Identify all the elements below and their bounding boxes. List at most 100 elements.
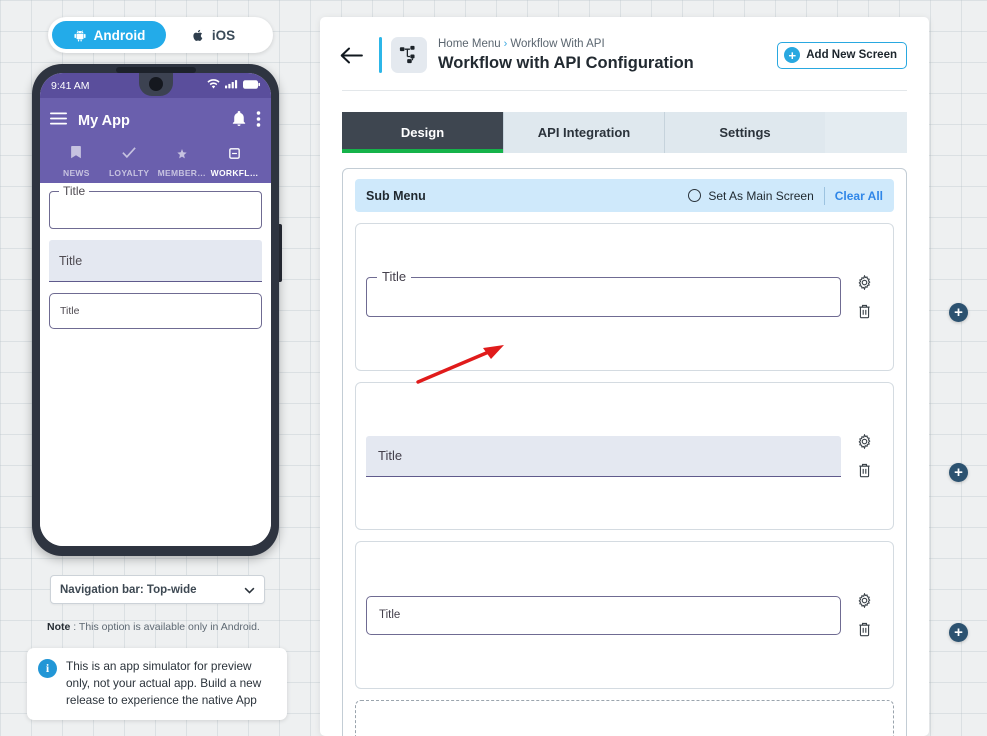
sub-menu-bar: Sub Menu Set As Main Screen Clear All bbox=[355, 179, 894, 212]
tab-settings-label: Settings bbox=[719, 125, 771, 140]
info-icon: i bbox=[38, 659, 57, 678]
phone-app-bar: My App NEWS LOYALTY MEMBER… WORKFL… bbox=[40, 98, 271, 183]
tab-design-label: Design bbox=[400, 125, 445, 140]
check-icon bbox=[122, 146, 136, 164]
page-title: Workflow with API Configuration bbox=[438, 53, 694, 72]
field-card-3[interactable]: Title bbox=[355, 541, 894, 689]
notification-bell-icon[interactable] bbox=[232, 111, 246, 131]
field-card-dropzone[interactable] bbox=[355, 700, 894, 736]
phone-tab-membership-label: MEMBER… bbox=[157, 168, 207, 178]
field-card-1-label: Title bbox=[377, 269, 412, 284]
phone-camera-notch bbox=[138, 73, 173, 96]
phone-tab-loyalty-label: LOYALTY bbox=[108, 168, 150, 178]
design-canvas: Sub Menu Set As Main Screen Clear All Ti… bbox=[342, 168, 907, 736]
set-as-main-screen-label: Set As Main Screen bbox=[708, 188, 814, 203]
overflow-menu-icon[interactable] bbox=[256, 110, 261, 132]
phone-content-area: Title Title Title bbox=[40, 183, 271, 546]
phone-field-3-label: Title bbox=[60, 305, 80, 317]
message-icon bbox=[229, 146, 240, 164]
tab-api-integration-label: API Integration bbox=[537, 125, 631, 140]
phone-field-2-label: Title bbox=[59, 253, 83, 268]
phone-tab-workflow[interactable]: WORKFL… bbox=[208, 146, 261, 178]
battery-icon bbox=[243, 79, 260, 92]
cellular-signal-icon bbox=[225, 79, 238, 92]
phone-field-3[interactable]: Title bbox=[49, 293, 262, 329]
breadcrumb-current: Workflow With API bbox=[510, 37, 605, 50]
phone-tab-news[interactable]: NEWS bbox=[50, 146, 103, 178]
chevron-down-icon bbox=[244, 581, 255, 599]
note-text: : This option is available only in Andro… bbox=[70, 621, 260, 633]
phone-tab-bar[interactable]: NEWS LOYALTY MEMBER… WORKFL… bbox=[50, 136, 261, 183]
field-card-1[interactable]: Title bbox=[355, 223, 894, 371]
gear-icon[interactable] bbox=[857, 593, 872, 608]
panel-tab-bar[interactable]: Design API Integration Settings bbox=[342, 112, 907, 153]
header-accent-bar bbox=[379, 37, 382, 73]
workflow-configuration-panel: Home Menu › Workflow With API Workflow w… bbox=[320, 17, 929, 736]
set-as-main-screen-radio[interactable]: Set As Main Screen bbox=[688, 188, 814, 203]
plus-icon: + bbox=[784, 47, 801, 63]
phone-field-1-label: Title bbox=[59, 184, 90, 198]
navigation-bar-select[interactable]: Navigation bar: Top-wide bbox=[50, 575, 265, 604]
platform-tab-android-label: Android bbox=[93, 27, 146, 43]
phone-screen: 9:41 AM My App NEWS LOYALTY MEMBER… WORK… bbox=[40, 73, 271, 546]
trash-icon[interactable] bbox=[858, 622, 871, 637]
phone-side-button bbox=[279, 224, 282, 282]
add-screen-side-button-2[interactable]: + bbox=[949, 463, 968, 482]
phone-tab-workflow-label: WORKFL… bbox=[210, 168, 259, 178]
tab-design[interactable]: Design bbox=[342, 112, 503, 153]
add-new-screen-button[interactable]: + Add New Screen bbox=[777, 41, 907, 69]
platform-tab-ios-label: iOS bbox=[211, 27, 236, 43]
phone-tab-membership[interactable]: MEMBER… bbox=[156, 146, 209, 178]
sub-menu-divider bbox=[823, 186, 825, 205]
back-arrow-icon[interactable] bbox=[340, 47, 363, 64]
breadcrumb-separator-icon: › bbox=[503, 37, 508, 50]
trash-icon[interactable] bbox=[858, 463, 871, 478]
platform-toggle[interactable]: Android iOS bbox=[48, 17, 273, 53]
phone-field-1[interactable]: Title bbox=[49, 184, 262, 229]
platform-tab-android[interactable]: Android bbox=[52, 21, 166, 49]
trash-icon[interactable] bbox=[858, 304, 871, 319]
simulator-info-card: i This is an app simulator for preview o… bbox=[27, 648, 287, 721]
phone-tab-loyalty[interactable]: LOYALTY bbox=[103, 146, 156, 178]
add-new-screen-label: Add New Screen bbox=[806, 49, 897, 61]
navigation-bar-select-value: Navigation bar: Top-wide bbox=[60, 583, 197, 596]
star-icon bbox=[177, 146, 187, 164]
simulator-pane: Android iOS 9:41 AM My App NEWS LOYALTY … bbox=[0, 0, 320, 736]
field-card-3-input[interactable]: Title bbox=[366, 595, 841, 635]
phone-tab-news-label: NEWS bbox=[63, 168, 90, 178]
workflow-icon bbox=[391, 37, 427, 73]
field-card-2-label: Title bbox=[378, 448, 403, 463]
android-icon bbox=[73, 28, 87, 43]
panel-header: Home Menu › Workflow With API Workflow w… bbox=[320, 17, 929, 90]
tab-settings[interactable]: Settings bbox=[664, 112, 825, 153]
field-card-2-input[interactable]: Title bbox=[366, 435, 841, 477]
header-divider bbox=[342, 90, 907, 91]
gear-icon[interactable] bbox=[857, 275, 872, 290]
radio-icon bbox=[688, 189, 702, 202]
android-only-note: Note : This option is available only in … bbox=[47, 621, 287, 633]
bookmark-icon bbox=[70, 146, 82, 164]
tab-api-integration[interactable]: API Integration bbox=[503, 112, 664, 153]
simulator-info-text: This is an app simulator for preview onl… bbox=[66, 659, 262, 708]
phone-app-title: My App bbox=[78, 113, 130, 129]
breadcrumb: Home Menu › Workflow With API bbox=[438, 38, 777, 50]
status-time: 9:41 AM bbox=[51, 79, 90, 92]
breadcrumb-root[interactable]: Home Menu bbox=[438, 38, 501, 50]
field-card-2[interactable]: Title bbox=[355, 382, 894, 530]
gear-icon[interactable] bbox=[857, 434, 872, 449]
tab-bar-spacer bbox=[825, 112, 907, 153]
field-card-3-label: Title bbox=[379, 609, 401, 621]
phone-status-bar: 9:41 AM bbox=[40, 73, 271, 98]
platform-tab-ios[interactable]: iOS bbox=[166, 21, 261, 49]
hamburger-menu-icon[interactable] bbox=[50, 112, 67, 130]
field-card-1-input[interactable]: Title bbox=[366, 269, 841, 317]
add-screen-side-button-3[interactable]: + bbox=[949, 623, 968, 642]
phone-simulator-frame: 9:41 AM My App NEWS LOYALTY MEMBER… WORK… bbox=[32, 64, 282, 556]
add-screen-side-button-1[interactable]: + bbox=[949, 303, 968, 322]
wifi-icon bbox=[207, 79, 220, 92]
phone-field-2[interactable]: Title bbox=[49, 240, 262, 282]
apple-icon bbox=[192, 28, 205, 43]
sub-menu-title: Sub Menu bbox=[366, 188, 426, 203]
note-prefix: Note bbox=[47, 621, 71, 633]
clear-all-button[interactable]: Clear All bbox=[835, 189, 883, 203]
